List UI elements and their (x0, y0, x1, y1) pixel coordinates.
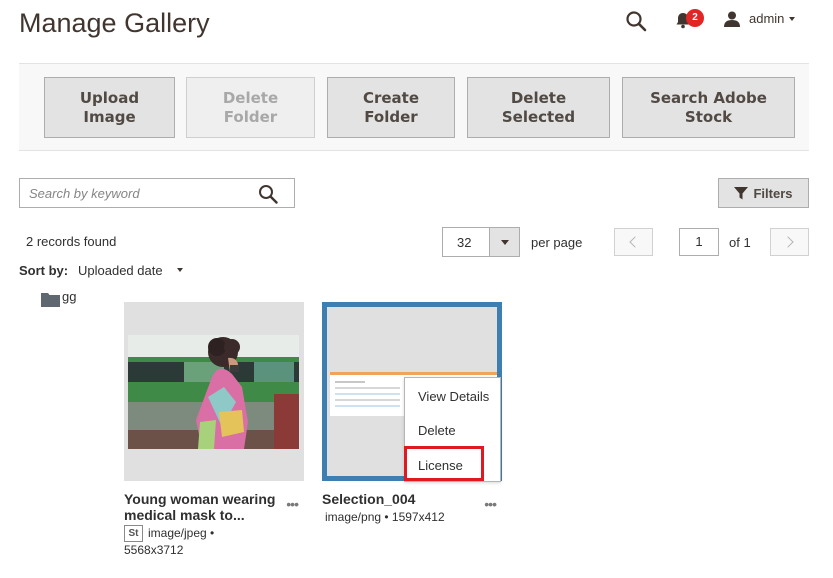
asset-context-menu: View Details Delete License (404, 377, 501, 482)
folder-tree-item-gg[interactable]: gg (41, 289, 76, 307)
per-page-toggle-icon[interactable] (489, 228, 519, 256)
search-input[interactable] (20, 179, 250, 207)
asset-more-actions-icon[interactable]: ••• (286, 496, 299, 512)
adobe-stock-badge-icon: St (124, 525, 143, 543)
per-page-label: per page (531, 235, 583, 250)
page-title: Manage Gallery (19, 8, 210, 38)
sort-by-caret-icon[interactable] (177, 268, 183, 272)
asset-meta: St image/jpeg • 5568x3712 (124, 525, 304, 559)
create-folder-button[interactable]: Create Folder (327, 77, 455, 138)
user-menu-caret-icon[interactable] (789, 17, 795, 21)
folder-icon (41, 293, 60, 307)
next-page-button[interactable] (770, 228, 809, 256)
per-page-select[interactable]: 32 (442, 227, 520, 257)
per-page-value: 32 (457, 235, 472, 250)
user-menu-name[interactable]: admin (749, 11, 784, 26)
user-icon[interactable] (723, 10, 741, 28)
sort-by-select[interactable]: Uploaded date (78, 263, 163, 278)
search-adobe-stock-button[interactable]: Search Adobe Stock (622, 77, 795, 138)
asset-title: Young woman wearing medical mask to... (124, 491, 276, 523)
asset-meta: image/png • 1597x412 (325, 510, 445, 524)
total-pages-label: of 1 (729, 235, 751, 250)
asset-more-actions-icon[interactable]: ••• (484, 496, 497, 512)
asset-photo (124, 302, 304, 481)
folder-label: gg (62, 289, 77, 304)
upload-image-button[interactable]: Upload Image (44, 77, 175, 138)
filters-button[interactable]: Filters (718, 178, 809, 208)
keyword-search (19, 178, 295, 208)
sort-by-label: Sort by: (19, 263, 69, 278)
asset-title: Selection_004 (322, 491, 416, 507)
asset-card[interactable]: Young woman wearing medical mask to... •… (124, 302, 304, 559)
filter-funnel-icon (734, 186, 749, 199)
delete-selected-button[interactable]: Delete Selected (467, 77, 610, 138)
filters-label: Filters (753, 185, 793, 201)
menu-item-delete[interactable]: Delete (418, 423, 456, 438)
records-found: 2 records found (26, 234, 117, 249)
delete-folder-button[interactable]: Delete Folder (186, 77, 315, 138)
current-page-input[interactable]: 1 (679, 228, 719, 256)
previous-page-button[interactable] (614, 228, 653, 256)
search-icon[interactable] (258, 184, 278, 204)
gallery-toolbar: Upload Image Delete Folder Create Folder… (19, 63, 809, 151)
notifications-count-badge[interactable]: 2 (686, 9, 704, 27)
asset-content-type: image/jpeg • (148, 526, 215, 540)
asset-dimensions: 5568x3712 (124, 543, 184, 558)
menu-item-view-details[interactable]: View Details (418, 389, 489, 404)
asset-thumbnail[interactable] (124, 302, 304, 481)
global-search-icon[interactable] (625, 10, 647, 32)
menu-item-license[interactable]: License (418, 458, 463, 473)
